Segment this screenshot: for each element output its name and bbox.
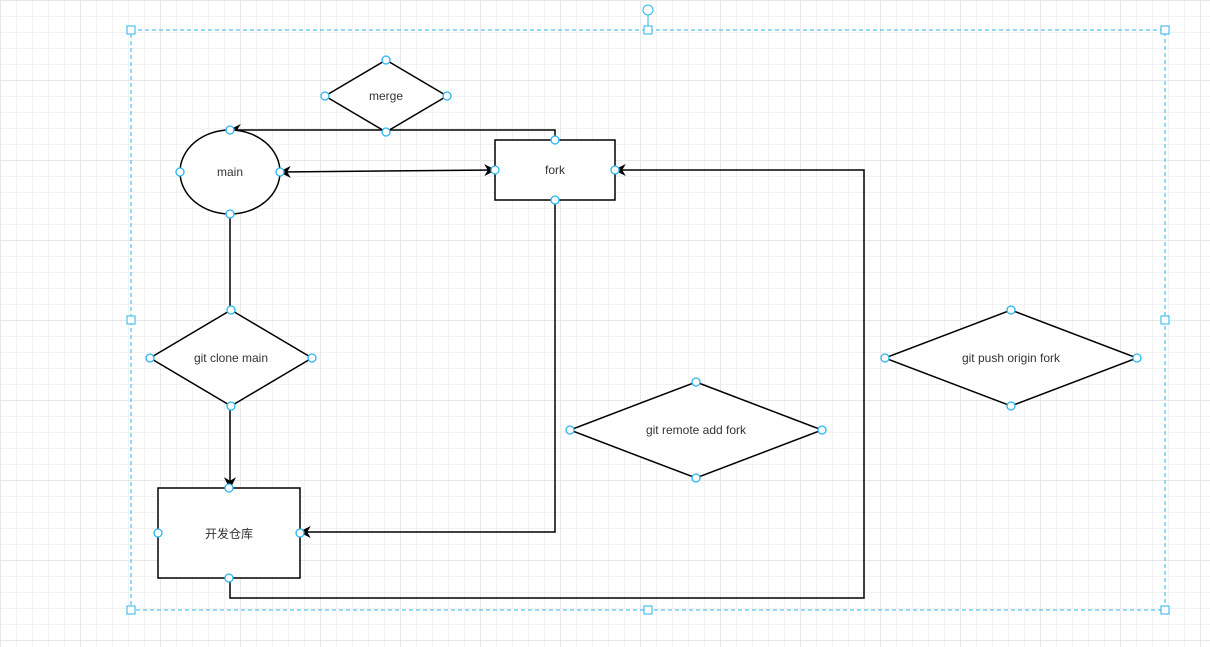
node-fork[interactable] xyxy=(495,140,615,200)
resize-handle-w[interactable] xyxy=(127,316,135,324)
node-main[interactable] xyxy=(180,130,280,214)
anchor[interactable] xyxy=(276,168,284,176)
rotation-handle[interactable] xyxy=(643,5,653,15)
anchor[interactable] xyxy=(1007,402,1015,410)
anchor[interactable] xyxy=(146,354,154,362)
resize-handle-ne[interactable] xyxy=(1161,26,1169,34)
node-gitPushOrigin[interactable] xyxy=(885,310,1137,406)
anchor[interactable] xyxy=(227,306,235,314)
anchor[interactable] xyxy=(551,196,559,204)
resize-handle-nw[interactable] xyxy=(127,26,135,34)
edge-dev-fork-rightLoop[interactable] xyxy=(230,170,864,598)
anchor[interactable] xyxy=(818,426,826,434)
anchor[interactable] xyxy=(227,402,235,410)
anchor[interactable] xyxy=(226,210,234,218)
edge-fork-main-topLoop[interactable] xyxy=(230,130,555,140)
resize-handle-n[interactable] xyxy=(644,26,652,34)
anchor[interactable] xyxy=(692,378,700,386)
resize-handle-s[interactable] xyxy=(644,606,652,614)
anchor[interactable] xyxy=(296,529,304,537)
anchor[interactable] xyxy=(382,56,390,64)
anchor[interactable] xyxy=(308,354,316,362)
resize-handle-sw[interactable] xyxy=(127,606,135,614)
edge-fork-dev[interactable] xyxy=(300,200,555,532)
node-gitRemoteAdd[interactable] xyxy=(570,382,822,478)
edge-main-fork[interactable] xyxy=(280,170,495,172)
anchor[interactable] xyxy=(551,136,559,144)
anchor[interactable] xyxy=(491,166,499,174)
anchor[interactable] xyxy=(1007,306,1015,314)
anchor[interactable] xyxy=(611,166,619,174)
anchor[interactable] xyxy=(443,92,451,100)
anchor[interactable] xyxy=(225,574,233,582)
resize-handle-e[interactable] xyxy=(1161,316,1169,324)
anchor[interactable] xyxy=(226,126,234,134)
anchor[interactable] xyxy=(225,484,233,492)
anchor[interactable] xyxy=(566,426,574,434)
node-merge[interactable] xyxy=(325,60,447,132)
anchor[interactable] xyxy=(1133,354,1141,362)
node-gitCloneMain[interactable] xyxy=(150,310,312,406)
resize-handle-se[interactable] xyxy=(1161,606,1169,614)
anchor[interactable] xyxy=(881,354,889,362)
anchor[interactable] xyxy=(176,168,184,176)
diagram-svg[interactable] xyxy=(0,0,1210,647)
anchor[interactable] xyxy=(692,474,700,482)
anchor[interactable] xyxy=(321,92,329,100)
anchor[interactable] xyxy=(154,529,162,537)
node-devRepo[interactable] xyxy=(158,488,300,578)
anchor[interactable] xyxy=(382,128,390,136)
